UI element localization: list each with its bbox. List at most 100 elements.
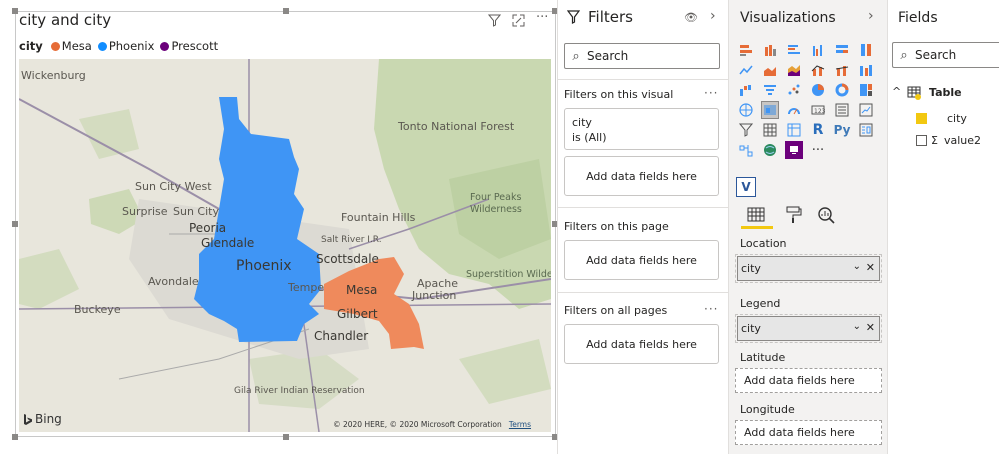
map-visual[interactable]: city and city ··· city Mesa Phoenix Pres… xyxy=(0,0,558,454)
analytics-magnifier-icon[interactable] xyxy=(817,206,835,228)
legend-field-pill[interactable]: city ⌄ ✕ xyxy=(737,316,880,341)
fields-search-input[interactable]: ⌕ Search xyxy=(892,42,999,68)
eye-icon[interactable]: 👁 xyxy=(684,11,698,24)
globe-icon[interactable] xyxy=(761,141,779,159)
table-icon xyxy=(907,85,921,104)
search-icon: ⌕ xyxy=(572,48,580,64)
legend-item-mesa[interactable]: Mesa xyxy=(50,39,92,53)
map-label-avondale: Avondale xyxy=(148,275,199,288)
sigma-icon: Σ xyxy=(931,134,938,147)
line-chart-icon[interactable] xyxy=(737,61,755,79)
resize-handle[interactable] xyxy=(12,221,18,227)
clustered-bar-chart-icon[interactable] xyxy=(785,41,803,59)
gauge-icon[interactable] xyxy=(785,101,803,119)
visualizations-pane: Visualizations › 123 R Py ··· V Location… xyxy=(729,0,887,454)
legend-item-phoenix[interactable]: Phoenix xyxy=(97,39,154,53)
line-and-column-chart-icon[interactable] xyxy=(809,61,827,79)
visualizations-title: Visualizations xyxy=(740,10,836,26)
funnel-chart-icon[interactable] xyxy=(761,81,779,99)
100-column-chart-icon[interactable] xyxy=(857,41,875,59)
100-bar-chart-icon[interactable] xyxy=(833,41,851,59)
stacked-area-chart-icon[interactable] xyxy=(785,61,803,79)
kpi-icon[interactable] xyxy=(857,101,875,119)
filter-icon xyxy=(566,9,581,28)
remove-field-icon[interactable]: ✕ xyxy=(866,261,875,274)
resize-handle[interactable] xyxy=(12,8,18,14)
map-icon[interactable] xyxy=(737,101,755,119)
python-visual-icon[interactable]: Py xyxy=(833,121,851,139)
focus-mode-icon[interactable] xyxy=(512,14,525,31)
more-options-icon[interactable]: ··· xyxy=(704,302,718,316)
custom-visual-icon[interactable] xyxy=(785,141,803,159)
multi-row-card-icon[interactable] xyxy=(833,101,851,119)
format-paint-roller-icon[interactable] xyxy=(784,206,802,228)
ribbon-chart-icon[interactable] xyxy=(857,61,875,79)
key-influencers-icon[interactable] xyxy=(857,121,875,139)
remove-field-icon[interactable]: ✕ xyxy=(866,321,875,334)
table-name[interactable]: Table xyxy=(929,86,962,99)
stacked-column-chart-icon[interactable] xyxy=(761,41,779,59)
donut-chart-icon[interactable] xyxy=(833,81,851,99)
location-field-pill[interactable]: city ⌄ ✕ xyxy=(737,256,880,281)
field-item-city[interactable]: city xyxy=(916,112,967,125)
treemap-icon[interactable] xyxy=(857,81,875,99)
legend: city Mesa Phoenix Prescott xyxy=(19,39,220,53)
field-item-value2[interactable]: Σ value2 xyxy=(916,134,981,147)
map-canvas[interactable]: Wickenburg Tonto National Forest Sun Cit… xyxy=(19,59,551,432)
bing-icon xyxy=(24,413,32,425)
area-chart-icon[interactable] xyxy=(761,61,779,79)
report-filter-drop-zone[interactable]: Add data fields here xyxy=(564,324,719,364)
map-label-superstition: Superstition Wilder xyxy=(466,269,551,280)
terms-link[interactable]: Terms xyxy=(509,420,531,429)
filled-map-icon[interactable] xyxy=(761,101,779,119)
resize-handle[interactable] xyxy=(12,434,18,440)
decomposition-tree-icon[interactable] xyxy=(737,141,755,159)
r-script-visual-icon[interactable]: R xyxy=(809,121,827,139)
page-filter-drop-zone[interactable]: Add data fields here xyxy=(564,240,719,280)
fields-tab-icon[interactable] xyxy=(747,206,765,227)
pie-chart-icon[interactable] xyxy=(809,81,827,99)
collapse-chevron-icon[interactable]: ^ xyxy=(892,85,901,98)
map-label-tonto: Tonto National Forest xyxy=(398,120,515,133)
map-label-fountain-hills: Fountain Hills xyxy=(341,211,416,224)
waterfall-chart-icon[interactable] xyxy=(737,81,755,99)
filter-icon[interactable] xyxy=(487,14,502,31)
matrix-icon[interactable] xyxy=(785,121,803,139)
map-copyright: © 2020 HERE, © 2020 Microsoft Corporatio… xyxy=(333,420,531,429)
line-and-clustered-column-icon[interactable] xyxy=(833,61,851,79)
visio-visual-icon[interactable]: V xyxy=(736,177,756,197)
filters-search-input[interactable]: ⌕ Search xyxy=(564,43,720,69)
collapse-chevron-icon[interactable]: › xyxy=(710,8,716,24)
legend-item-prescott[interactable]: Prescott xyxy=(160,39,218,53)
fields-title: Fields xyxy=(898,10,938,26)
location-well-label: Location xyxy=(740,237,787,250)
map-label-chandler: Chandler xyxy=(314,329,369,343)
visual-filter-drop-zone[interactable]: Add data fields here xyxy=(564,156,719,196)
checkbox-unchecked-icon[interactable] xyxy=(916,135,927,146)
mesa-dot-icon xyxy=(50,41,60,51)
card-icon[interactable]: 123 xyxy=(809,101,827,119)
more-options-icon[interactable]: ··· xyxy=(536,10,548,25)
longitude-well-label: Longitude xyxy=(740,403,795,416)
map-label-surprise: Surprise xyxy=(122,205,168,218)
stacked-bar-chart-icon[interactable] xyxy=(737,41,755,59)
resize-handle[interactable] xyxy=(283,8,289,14)
filters-on-page-heading: Filters on this page xyxy=(564,220,669,233)
clustered-column-chart-icon[interactable] xyxy=(809,41,827,59)
latitude-drop-zone[interactable]: Add data fields here xyxy=(735,368,882,393)
scatter-chart-icon[interactable] xyxy=(785,81,803,99)
longitude-drop-zone[interactable]: Add data fields here xyxy=(735,420,882,445)
chevron-down-icon[interactable]: ⌄ xyxy=(853,261,861,272)
more-visuals-icon[interactable]: ··· xyxy=(809,141,827,159)
collapse-chevron-icon[interactable]: › xyxy=(868,8,874,24)
map-label-phoenix: Phoenix xyxy=(236,258,292,274)
checkbox-checked-icon[interactable] xyxy=(916,113,927,124)
city-filter-card[interactable]: city is (All) xyxy=(564,108,719,150)
more-options-icon[interactable]: ··· xyxy=(704,86,718,100)
slicer-icon[interactable] xyxy=(737,121,755,139)
chevron-down-icon[interactable]: ⌄ xyxy=(853,321,861,332)
filter-card-title: city xyxy=(572,116,592,129)
resize-handle[interactable] xyxy=(283,434,289,440)
table-icon[interactable] xyxy=(761,121,779,139)
map-label-buckeye: Buckeye xyxy=(74,303,121,316)
